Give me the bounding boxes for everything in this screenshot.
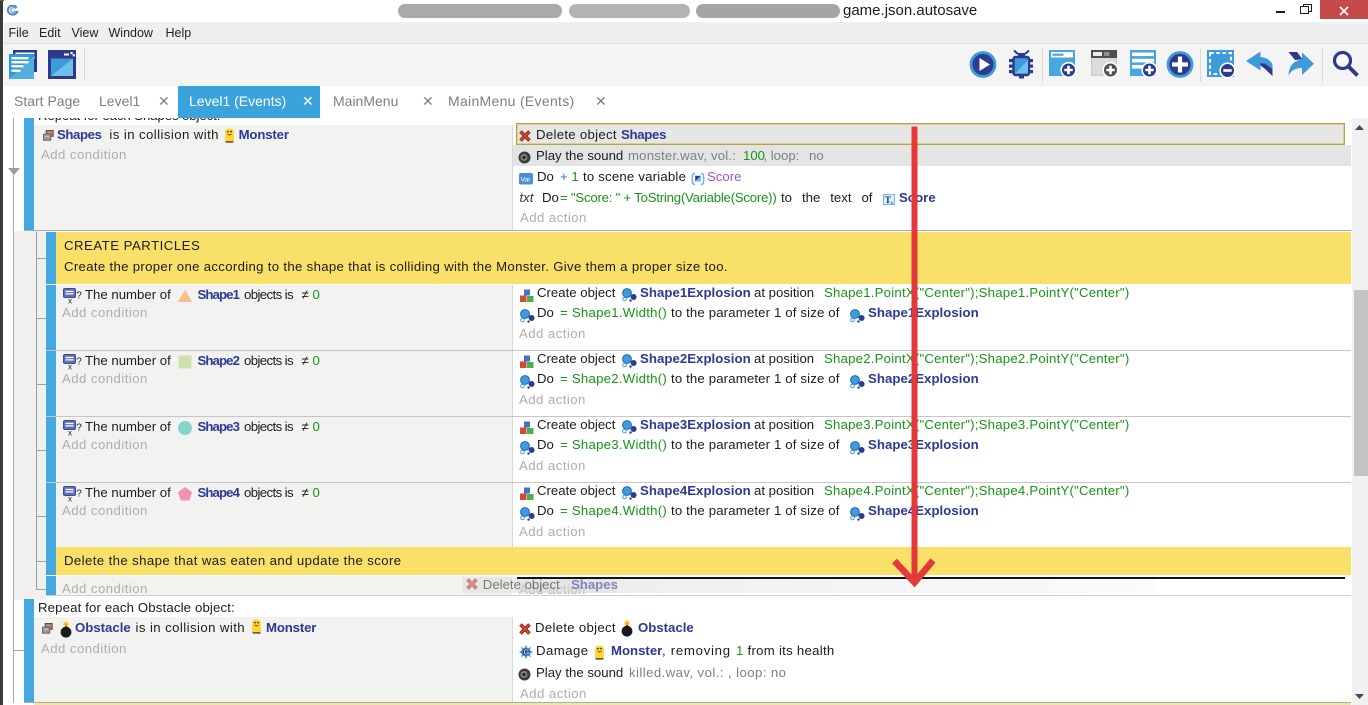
svg-text:x: x [68, 428, 72, 436]
svg-text:?: ? [76, 290, 82, 301]
svg-text:?: ? [76, 356, 82, 367]
svg-text:G: G [524, 650, 529, 657]
svg-text:?: ? [76, 422, 82, 433]
svg-text:x: x [68, 362, 72, 370]
svg-text:Var: Var [520, 177, 531, 184]
svg-text:?: ? [76, 488, 82, 499]
svg-text:x: x [68, 296, 72, 304]
svg-text:x: x [68, 494, 72, 502]
